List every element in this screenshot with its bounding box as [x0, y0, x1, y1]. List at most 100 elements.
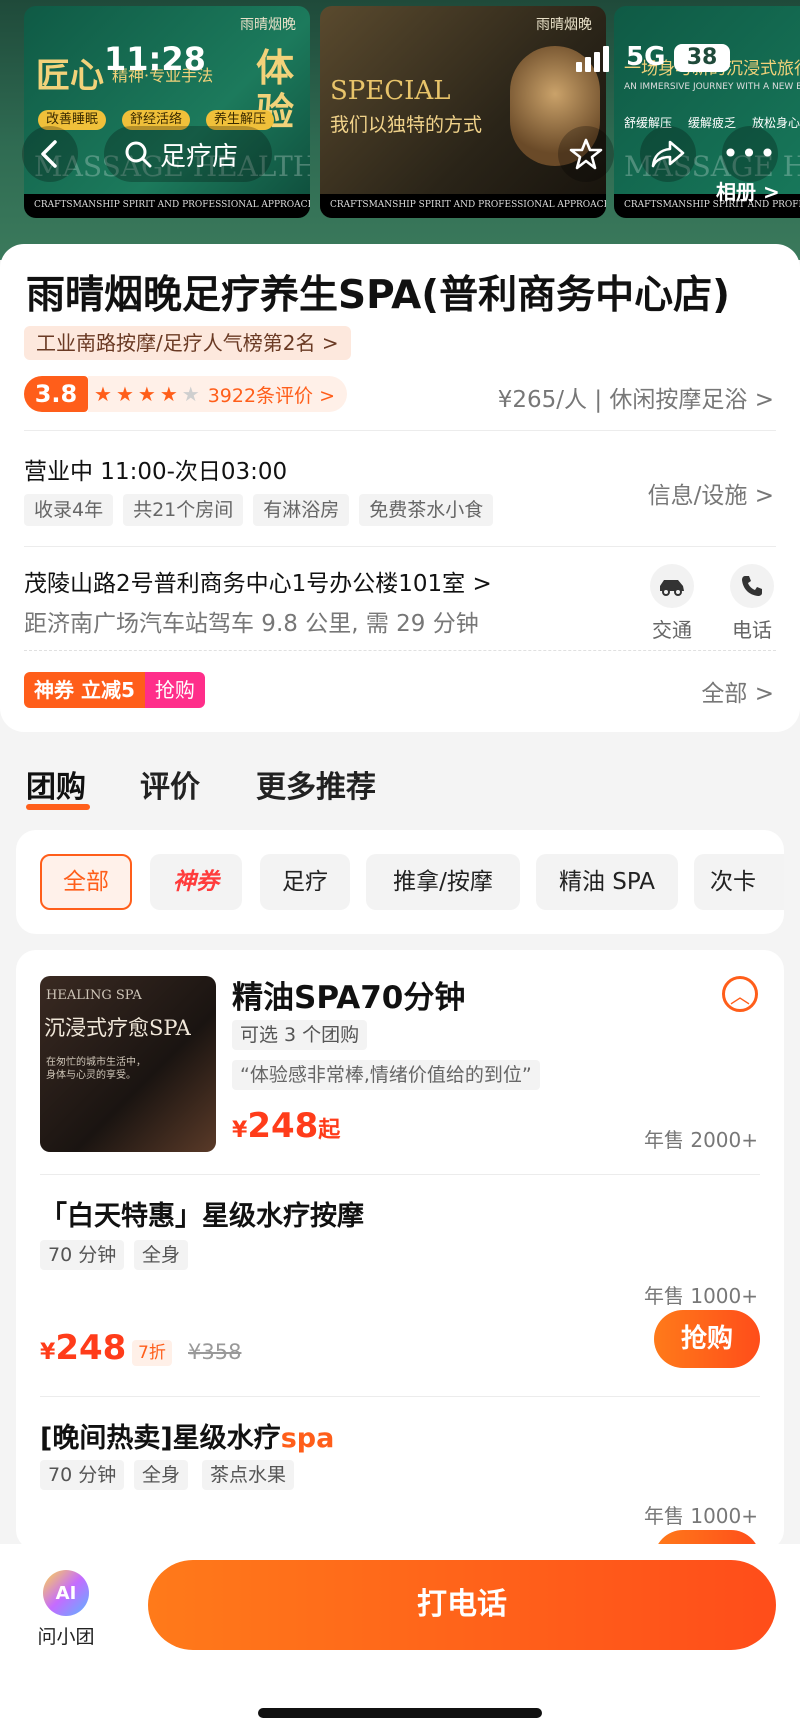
transport-label: 交通: [652, 618, 692, 642]
album-link[interactable]: 相册 >: [716, 176, 780, 205]
review-quote: “体验感非常棒,情绪价值给的到位”: [232, 1060, 540, 1090]
distance-text: 距济南广场汽车站驾车 9.8 公里, 需 29 分钟: [24, 611, 479, 637]
thumb-cn-title: 沉浸式疗愈SPA: [44, 1016, 191, 1040]
bottom-action-bar: AI 问小团 打电话: [0, 1544, 800, 1734]
deal-group-price: ¥248起: [232, 1106, 341, 1146]
transport-button[interactable]: 交通: [642, 564, 702, 643]
chevron-up-icon: ︿: [730, 983, 750, 1008]
price-category-link[interactable]: ¥265/人 | 休闲按摩足浴 >: [498, 380, 774, 414]
reviews-link[interactable]: ★ ★ ★ ★ ★ 3922条评价 >: [88, 376, 348, 412]
deal-item-tag: 茶点水果: [202, 1460, 295, 1490]
deal-item-price: ¥248: [40, 1328, 127, 1368]
thumb-desc: 在匆忙的城市生活中，身体与心灵的享受。: [46, 1057, 146, 1081]
chip-coupon[interactable]: 神券: [150, 854, 242, 910]
address-link[interactable]: 茂陵山路2号普利商务中心1号办公楼101室 >: [24, 564, 492, 598]
chip-pass[interactable]: 次卡: [694, 854, 784, 910]
feature-tag: 收录4年: [24, 494, 114, 526]
rating-score: 3.8: [24, 376, 88, 412]
status-bar: 11:28 5G 38: [0, 34, 800, 84]
ask-assistant-button[interactable]: AI 问小团: [36, 1570, 96, 1649]
deal-item-tag: 70 分钟: [40, 1460, 125, 1490]
banner-brand: 雨晴烟晚: [536, 17, 592, 33]
active-tab-indicator: [26, 804, 90, 810]
photo-banner[interactable]: 雨晴烟晚 匠心 精神·专业手法 体验 改善睡眠 舒经活络 养生解压 MASSAG…: [0, 0, 800, 260]
share-button[interactable]: [640, 126, 696, 182]
ask-label: 问小团: [37, 1626, 95, 1648]
phone-icon: [730, 564, 774, 608]
share-icon: [651, 140, 685, 168]
all-coupons-link[interactable]: 全部 >: [701, 674, 774, 708]
deal-item-title[interactable]: [晚间热卖]星级水疗spa: [40, 1416, 334, 1455]
chip-massage[interactable]: 推拿/按摩: [366, 854, 520, 910]
business-hours: 营业中 11:00-次日03:00: [24, 459, 288, 485]
call-button[interactable]: 打电话: [148, 1560, 776, 1650]
deal-thumbnail[interactable]: HEALING SPA 沉浸式疗愈SPA 在匆忙的城市生活中，身体与心灵的享受。: [40, 976, 216, 1152]
original-price: ¥358: [188, 1340, 242, 1364]
option-count-tag: 可选 3 个团购: [232, 1020, 368, 1050]
star-icon: ★: [94, 382, 112, 406]
banner-footer: CRAFTSMANSHIP SPIRIT AND PROFESSIONAL AP…: [320, 194, 606, 218]
status-time: 11:28: [104, 40, 206, 78]
divider: [24, 546, 776, 547]
phone-label: 电话: [732, 618, 772, 642]
divider: [40, 1396, 760, 1397]
coupon-buy[interactable]: 抢购: [144, 672, 205, 708]
coupon-main: 神券 立减5: [24, 672, 145, 708]
divider: [40, 1174, 760, 1175]
discount-badge: 7折: [132, 1340, 172, 1366]
search-bar[interactable]: 足疗店: [104, 126, 272, 182]
divider: [24, 650, 776, 651]
home-indicator: [258, 1708, 542, 1718]
battery-icon: 38: [674, 44, 730, 72]
ranking-badge[interactable]: 工业南路按摩/足疗人气榜第2名 >: [24, 326, 351, 360]
deal-item-tag: 70 分钟: [40, 1240, 125, 1270]
deal-item-tag: 全身: [134, 1240, 189, 1270]
deal-item-sold: 年售 1000+: [643, 1504, 758, 1528]
shop-name: 雨晴烟晚足疗养生SPA(普利商务中心店): [26, 273, 730, 318]
chip-foot-therapy[interactable]: 足疗: [260, 854, 350, 910]
deal-list: HEALING SPA 沉浸式疗愈SPA 在匆忙的城市生活中，身体与心灵的享受。…: [16, 950, 784, 1550]
network-type: 5G: [626, 42, 666, 72]
deal-group-title[interactable]: 精油SPA70分钟: [232, 972, 465, 1017]
banner-tag: 缓解疲乏: [688, 116, 737, 130]
star-outline-icon: [569, 138, 603, 170]
back-icon: [41, 140, 57, 168]
feature-tag: 有淋浴房: [253, 494, 350, 526]
back-button[interactable]: [22, 126, 78, 182]
car-icon: [650, 564, 694, 608]
feature-tag: 共21个房间: [123, 494, 244, 526]
more-button[interactable]: •••: [722, 126, 778, 182]
banner-footer: CRAFTSMANSHIP SPIRIT AND PROFESSIONAL AP…: [24, 194, 310, 218]
tab-group-buy[interactable]: 团购: [26, 762, 86, 806]
collapse-button[interactable]: ︿: [722, 976, 758, 1012]
deal-item-tag: 全身: [134, 1460, 189, 1490]
chip-all[interactable]: 全部: [40, 854, 132, 910]
deal-item-sold: 年售 1000+: [643, 1284, 758, 1308]
deal-item-title[interactable]: 「白天特惠」星级水疗按摩: [40, 1194, 364, 1233]
review-count: 3922条评价 >: [207, 384, 336, 407]
star-empty-icon: ★: [181, 382, 200, 406]
buy-button[interactable]: 抢购: [654, 1310, 760, 1368]
divider: [24, 430, 776, 431]
favorite-button[interactable]: [558, 126, 614, 182]
thumb-en-title: HEALING SPA: [46, 988, 142, 1003]
deal-group-sold: 年售 2000+: [643, 1128, 758, 1152]
feature-tags: 收录4年 共21个房间 有淋浴房 免费茶水小食: [24, 494, 494, 526]
more-icon: •••: [722, 137, 778, 170]
coupon-badge[interactable]: 神券 立减5 抢购: [24, 672, 205, 708]
feature-tag: 免费茶水小食: [359, 494, 494, 526]
search-text: 足疗店: [160, 141, 239, 172]
star-icon: ★: [115, 382, 134, 406]
banner-cn-title: 我们以独特的方式: [330, 114, 483, 136]
search-icon: [125, 141, 152, 168]
star-icon: ★: [137, 382, 156, 406]
tab-more-recommend[interactable]: 更多推荐: [256, 762, 376, 806]
star-icon: ★: [159, 382, 178, 406]
phone-button[interactable]: 电话: [722, 564, 782, 643]
facilities-link[interactable]: 信息/设施 >: [648, 476, 774, 510]
filter-chip-bar[interactable]: 全部 神券 足疗 推拿/按摩 精油 SPA 次卡: [16, 830, 784, 934]
shop-info-card: 雨晴烟晚足疗养生SPA(普利商务中心店) 工业南路按摩/足疗人气榜第2名 > 3…: [0, 244, 800, 732]
chip-oil-spa[interactable]: 精油 SPA: [536, 854, 678, 910]
tab-reviews[interactable]: 评价: [140, 762, 200, 806]
signal-icon: [576, 46, 612, 72]
